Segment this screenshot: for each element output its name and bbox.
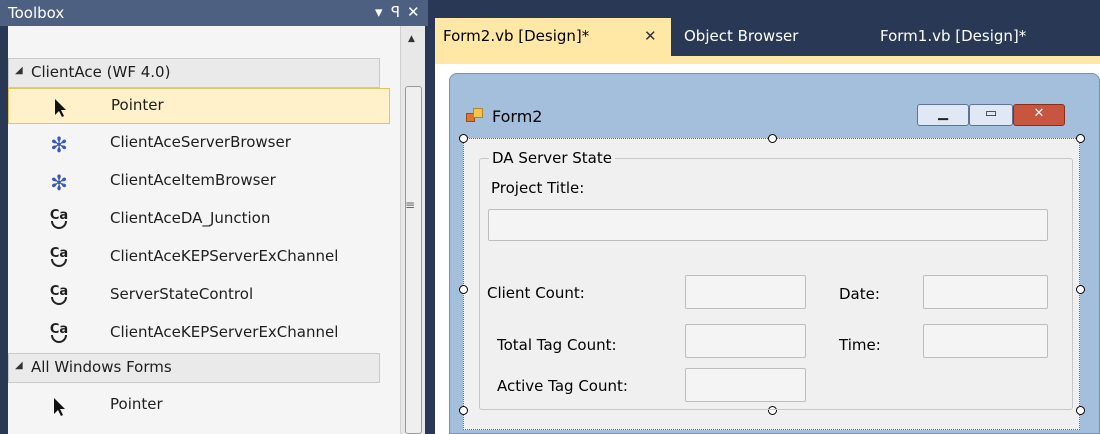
resize-handle[interactable] <box>768 134 777 143</box>
toolbox-item-label: ClientAceKEPServerExChannel <box>110 323 339 341</box>
toolbox-item-pointer-2[interactable]: Pointer <box>8 388 398 424</box>
groupbox-title: DA Server State <box>489 149 615 167</box>
toolbox-item-label: ClientAceItemBrowser <box>110 171 276 189</box>
minimize-button[interactable]: ▁ <box>917 104 969 126</box>
tab-form1-design[interactable]: Form1.vb [Design]* <box>880 18 1095 56</box>
resize-handle[interactable] <box>1076 285 1085 294</box>
category-all-windows-forms[interactable]: ◢ All Windows Forms <box>8 353 380 383</box>
tab-label: Form2.vb [Design]* <box>443 27 590 45</box>
toolbox-item-label: ClientAceKEPServerExChannel <box>110 247 339 265</box>
toolbox-scrollbar[interactable]: ▲ ≡ <box>400 26 425 434</box>
resize-handle[interactable] <box>459 406 468 415</box>
toolbox-item-serverstatecontrol[interactable]: Ca ServerStateControl <box>8 278 398 314</box>
close-icon[interactable]: ✕ <box>407 3 420 21</box>
dropdown-icon[interactable]: ▾ <box>375 3 383 21</box>
scroll-grip-icon: ≡ <box>405 198 416 212</box>
toolbox-item-label: Pointer <box>110 395 163 413</box>
gear-icon: ✻ <box>50 133 68 157</box>
toolbox-item-clientaceitembrowser[interactable]: ✻ ClientAceItemBrowser <box>8 164 398 200</box>
tab-object-browser[interactable]: Object Browser <box>684 18 864 56</box>
project-title-label: Project Title: <box>491 179 585 197</box>
form-icon <box>466 108 484 124</box>
toolbox-item-pointer[interactable]: Pointer <box>8 88 390 124</box>
clientace-icon: Ca <box>48 323 70 346</box>
total-tag-count-label: Total Tag Count: <box>497 336 617 354</box>
toolbox-panel: Toolbox ▾ ꟼ ✕ ◢ ClientAce (WF 4.0) Point… <box>0 0 428 434</box>
toolbox-item-clientacekepserverexchannel-2[interactable]: Ca ClientAceKEPServerExChannel <box>8 316 398 352</box>
minimize-icon: ▁ <box>938 106 948 121</box>
toolbox-title-bar: Toolbox ▾ ꟼ ✕ <box>0 0 428 26</box>
tab-label: Form1.vb [Design]* <box>880 27 1027 45</box>
resize-handle[interactable] <box>1076 134 1085 143</box>
date-field[interactable] <box>923 275 1048 309</box>
pointer-icon <box>54 398 65 416</box>
time-field[interactable] <box>923 324 1048 358</box>
collapse-triangle-icon[interactable]: ◢ <box>15 360 23 371</box>
tab-label: Object Browser <box>684 27 799 45</box>
category-label: All Windows Forms <box>31 358 172 376</box>
gear-icon: ✻ <box>50 171 68 195</box>
toolbox-title: Toolbox <box>8 4 65 22</box>
close-tab-icon[interactable]: ✕ <box>644 27 657 45</box>
date-label: Date: <box>839 285 880 303</box>
form-title: Form2 <box>492 107 543 126</box>
resize-handle[interactable] <box>459 285 468 294</box>
active-tag-count-label: Active Tag Count: <box>497 377 628 395</box>
clientace-icon: Ca <box>48 209 70 232</box>
maximize-icon: ▭ <box>984 106 998 121</box>
clientace-icon: Ca <box>48 247 70 270</box>
toolbox-item-clientaceserverbrowser[interactable]: ✻ ClientAceServerBrowser <box>8 126 398 162</box>
collapse-triangle-icon[interactable]: ◢ <box>15 65 23 76</box>
toolbox-item-clientacekepserverexchannel[interactable]: Ca ClientAceKEPServerExChannel <box>8 240 398 276</box>
pin-icon[interactable]: ꟼ <box>391 3 400 21</box>
toolbox-item-label: ServerStateControl <box>110 285 254 303</box>
maximize-button[interactable]: ▭ <box>969 104 1013 126</box>
resize-handle[interactable] <box>1076 406 1085 415</box>
clientace-icon: Ca <box>48 285 70 308</box>
close-icon: ✕ <box>1033 106 1045 121</box>
client-count-field[interactable] <box>685 275 806 309</box>
total-tag-count-field[interactable] <box>685 324 806 358</box>
toolbox-item-label: Pointer <box>111 96 164 114</box>
active-tab-strip <box>435 56 1100 64</box>
form-title-bar[interactable]: Form2 ▁ ▭ ✕ <box>450 74 1099 134</box>
active-tag-count-field[interactable] <box>685 368 806 402</box>
time-label: Time: <box>839 336 881 354</box>
toolbox-item-label: ClientAceServerBrowser <box>110 133 291 151</box>
category-clientace[interactable]: ◢ ClientAce (WF 4.0) <box>8 58 380 88</box>
scroll-up-arrow-icon[interactable]: ▲ <box>408 34 415 44</box>
toolbox-item-label: ClientAceDA_Junction <box>110 209 271 227</box>
project-title-field[interactable] <box>488 209 1048 241</box>
document-tabs: Form2.vb [Design]* ✕ Object Browser Form… <box>435 18 1100 56</box>
tab-form2-design[interactable]: Form2.vb [Design]* ✕ <box>435 18 671 56</box>
resize-handle[interactable] <box>459 134 468 143</box>
pointer-icon <box>55 99 66 117</box>
close-button[interactable]: ✕ <box>1013 104 1065 126</box>
toolbox-item-clientaceda-junction[interactable]: Ca ClientAceDA_Junction <box>8 202 398 238</box>
category-label: ClientAce (WF 4.0) <box>31 63 171 81</box>
toolbox-body: ◢ ClientAce (WF 4.0) Pointer ✻ ClientAce… <box>8 26 425 434</box>
scrollbar-thumb[interactable] <box>405 86 422 434</box>
client-count-label: Client Count: <box>487 284 585 302</box>
toolbox-list: ◢ ClientAce (WF 4.0) Pointer ✻ ClientAce… <box>8 26 398 434</box>
